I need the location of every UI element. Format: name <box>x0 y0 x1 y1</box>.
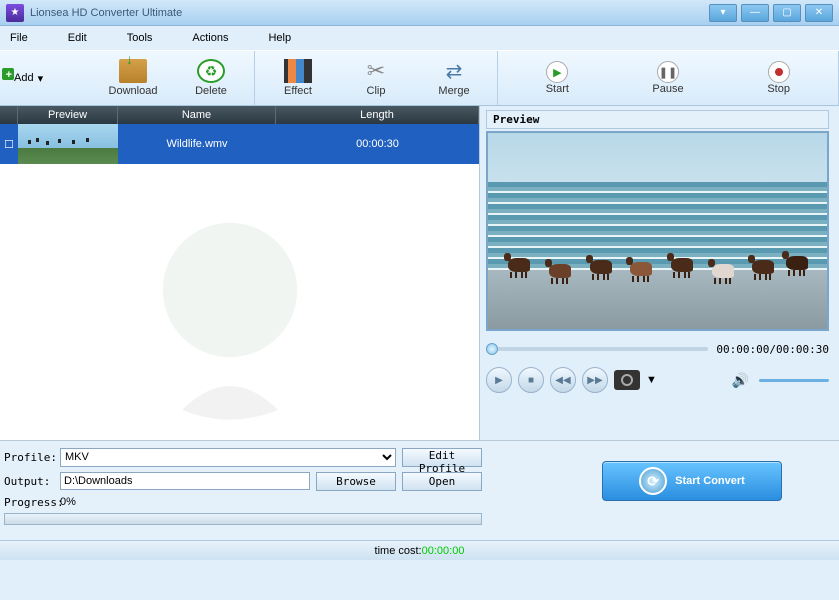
snapshot-button[interactable] <box>614 370 640 390</box>
time-display: 00:00:00/00:00:30 <box>716 343 829 356</box>
output-label: Output: <box>4 475 60 488</box>
progress-label: Progress: <box>4 496 60 509</box>
pause-icon: ❚❚ <box>657 61 679 83</box>
menu-tools[interactable]: Tools <box>127 32 153 44</box>
scissors-icon: ✂ <box>362 59 390 83</box>
header-length[interactable]: Length <box>276 106 479 124</box>
app-icon <box>6 4 24 22</box>
minimize-button[interactable]: — <box>741 4 769 22</box>
toolbar: Add ▾ Download ♻ Delete Effect ✂ Clip ⇄ … <box>0 50 839 106</box>
clip-button[interactable]: ✂ Clip <box>337 51 415 105</box>
add-label: Add <box>14 72 34 84</box>
volume-icon[interactable]: 🔊 <box>732 372 749 389</box>
header-name[interactable]: Name <box>118 106 276 124</box>
player-rewind-button[interactable]: ◀◀ <box>550 367 576 393</box>
menu-edit[interactable]: Edit <box>68 32 87 44</box>
effect-label: Effect <box>284 85 312 97</box>
player-play-button[interactable]: ▶ <box>486 367 512 393</box>
download-icon <box>119 59 147 83</box>
profile-label: Profile: <box>4 451 60 464</box>
download-button[interactable]: Download <box>94 51 172 105</box>
pause-button[interactable]: ❚❚ Pause <box>629 51 707 105</box>
status-bar: time cost: 00:00:00 <box>0 540 839 560</box>
start-label: Start <box>546 83 569 95</box>
time-cost-label: time cost: <box>375 545 422 557</box>
preview-label: Preview <box>486 110 829 129</box>
start-convert-label: Start Convert <box>675 475 745 487</box>
profile-select[interactable]: MKV <box>60 448 396 467</box>
stop-icon <box>768 61 790 83</box>
preview-pane: Preview 00:00:00/00:00:30 ▶ ■ ◀◀ ▶▶ ▼ 🔊 <box>480 106 839 440</box>
effect-icon <box>284 59 312 83</box>
clip-label: Clip <box>367 85 386 97</box>
open-button[interactable]: Open <box>402 472 482 491</box>
player-stop-button[interactable]: ■ <box>518 367 544 393</box>
window-title: Lionsea HD Converter Ultimate <box>30 7 182 19</box>
volume-slider[interactable] <box>759 379 829 382</box>
row-filename: Wildlife.wmv <box>118 138 276 150</box>
maximize-button[interactable]: ▢ <box>773 4 801 22</box>
menu-bar: File Edit Tools Actions Help <box>0 26 839 50</box>
browse-button[interactable]: Browse <box>316 472 396 491</box>
seek-slider[interactable] <box>486 347 708 351</box>
row-length: 00:00:30 <box>276 138 479 150</box>
list-background <box>0 164 479 440</box>
dropdown-window-button[interactable]: ▾ <box>709 4 737 22</box>
merge-button[interactable]: ⇄ Merge <box>415 51 493 105</box>
output-path-input[interactable] <box>60 472 310 490</box>
edit-profile-button[interactable]: Edit Profile <box>402 448 482 467</box>
stop-label: Stop <box>767 83 790 95</box>
add-button[interactable]: Add ▾ <box>4 51 94 105</box>
preview-video[interactable] <box>486 131 829 331</box>
start-button[interactable]: ▶ Start <box>518 51 596 105</box>
convert-icon: ⟳ <box>639 467 667 495</box>
delete-label: Delete <box>195 85 227 97</box>
list-row[interactable]: ☐ Wildlife.wmv 00:00:30 <box>0 124 479 164</box>
row-thumbnail <box>18 124 118 164</box>
effect-button[interactable]: Effect <box>259 51 337 105</box>
download-label: Download <box>109 85 158 97</box>
progress-value: 0% <box>60 496 76 508</box>
close-button[interactable]: ✕ <box>805 4 833 22</box>
chevron-down-icon: ▾ <box>38 72 44 85</box>
list-header: Preview Name Length <box>0 106 479 124</box>
merge-icon: ⇄ <box>440 59 468 83</box>
time-cost-value: 00:00:00 <box>422 545 465 557</box>
snapshot-menu-icon[interactable]: ▼ <box>646 374 657 386</box>
menu-file[interactable]: File <box>10 32 28 44</box>
delete-button[interactable]: ♻ Delete <box>172 51 250 105</box>
recycle-icon: ♻ <box>197 59 225 83</box>
file-list-pane: Preview Name Length ☐ Wildlife.wmv 00:00… <box>0 106 480 440</box>
start-convert-button[interactable]: ⟳ Start Convert <box>602 461 782 501</box>
progress-bar <box>4 513 482 525</box>
play-icon: ▶ <box>546 61 568 83</box>
title-bar: Lionsea HD Converter Ultimate ▾ — ▢ ✕ <box>0 0 839 26</box>
header-preview[interactable]: Preview <box>18 106 118 124</box>
player-forward-button[interactable]: ▶▶ <box>582 367 608 393</box>
menu-actions[interactable]: Actions <box>192 32 228 44</box>
menu-help[interactable]: Help <box>268 32 291 44</box>
stop-button[interactable]: Stop <box>740 51 818 105</box>
merge-label: Merge <box>438 85 469 97</box>
pause-label: Pause <box>652 83 683 95</box>
row-checkbox[interactable]: ☐ <box>0 138 18 151</box>
